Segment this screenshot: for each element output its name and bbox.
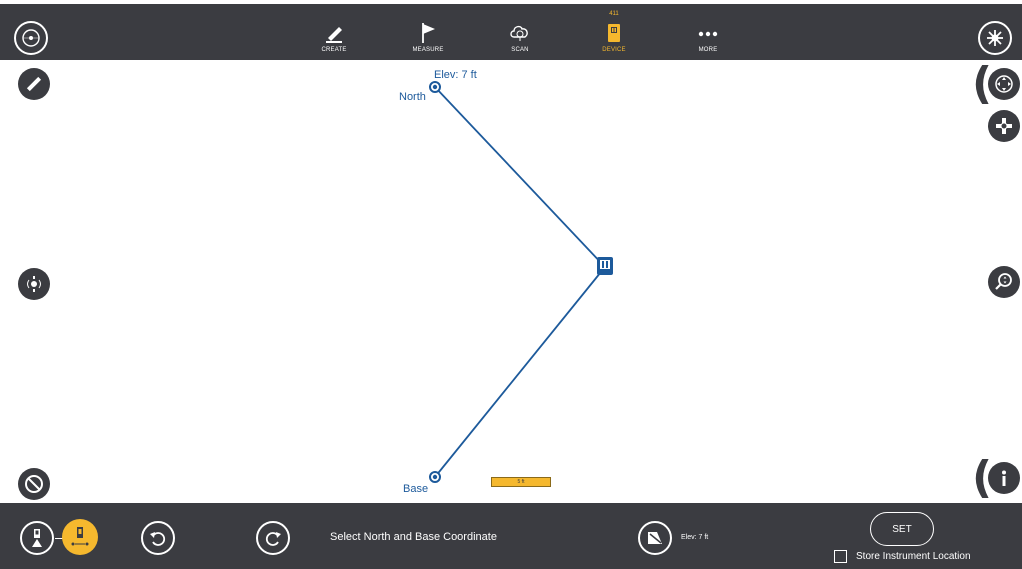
elevation-text: Elev: 7 ft [681, 534, 709, 541]
device-icon [608, 24, 620, 42]
compass-icon[interactable] [14, 21, 48, 55]
undo-button[interactable] [141, 521, 175, 555]
device-mode-button[interactable] [62, 519, 98, 555]
north-line [434, 86, 606, 268]
redo-button[interactable] [256, 521, 290, 555]
info-icon[interactable] [988, 462, 1020, 494]
move-icon[interactable] [988, 68, 1020, 100]
map-canvas[interactable] [0, 60, 1022, 503]
set-button[interactable]: SET [870, 512, 934, 546]
instruction-text: Select North and Base Coordinate [330, 531, 497, 543]
zoom-icon[interactable] [988, 266, 1020, 298]
measure-tool[interactable]: MEASURE [398, 8, 458, 58]
instrument-radio-icon[interactable] [18, 268, 50, 300]
base-line [434, 266, 606, 478]
ruler-icon[interactable] [18, 68, 50, 100]
device-label: DEVICE [602, 47, 626, 53]
cloud-scan-icon [510, 25, 528, 41]
scan-label: SCAN [511, 47, 529, 53]
expand-move-bracket[interactable]: ( [972, 62, 992, 106]
create-label: CREATE [321, 47, 347, 53]
expand-info-bracket[interactable]: ( [972, 456, 992, 500]
sun-icon[interactable] [978, 21, 1012, 55]
flag-icon [422, 23, 435, 43]
base-label: Base [403, 483, 429, 495]
north-elev-label: Elev: 7 ft [434, 69, 477, 81]
north-label: North [399, 91, 426, 103]
pencil-icon [326, 27, 342, 43]
crosshair-icon[interactable] [988, 110, 1020, 142]
base-point[interactable] [429, 471, 441, 483]
elevation-button[interactable] [638, 521, 672, 555]
create-tool[interactable]: CREATE [304, 8, 364, 58]
top-toolbar: CREATE MEASURE SCAN 411 DEVICE MORE [0, 0, 1022, 60]
store-location-label: Store Instrument Location [856, 551, 971, 562]
more-label: MORE [698, 47, 718, 53]
device-tool[interactable]: 411 DEVICE [584, 8, 644, 58]
instrument-view-button[interactable] [20, 521, 54, 555]
prohibited-icon[interactable] [18, 468, 50, 500]
scale-bar: 5 ft [491, 477, 551, 487]
device-badge: 411 [609, 11, 619, 17]
measure-label: MEASURE [412, 47, 444, 53]
scan-tool[interactable]: SCAN [490, 8, 550, 58]
instrument-marker[interactable] [597, 257, 613, 275]
more-tool[interactable]: MORE [678, 8, 738, 58]
more-icon [698, 31, 718, 37]
store-location-checkbox[interactable] [834, 550, 847, 563]
north-point[interactable] [429, 81, 441, 93]
